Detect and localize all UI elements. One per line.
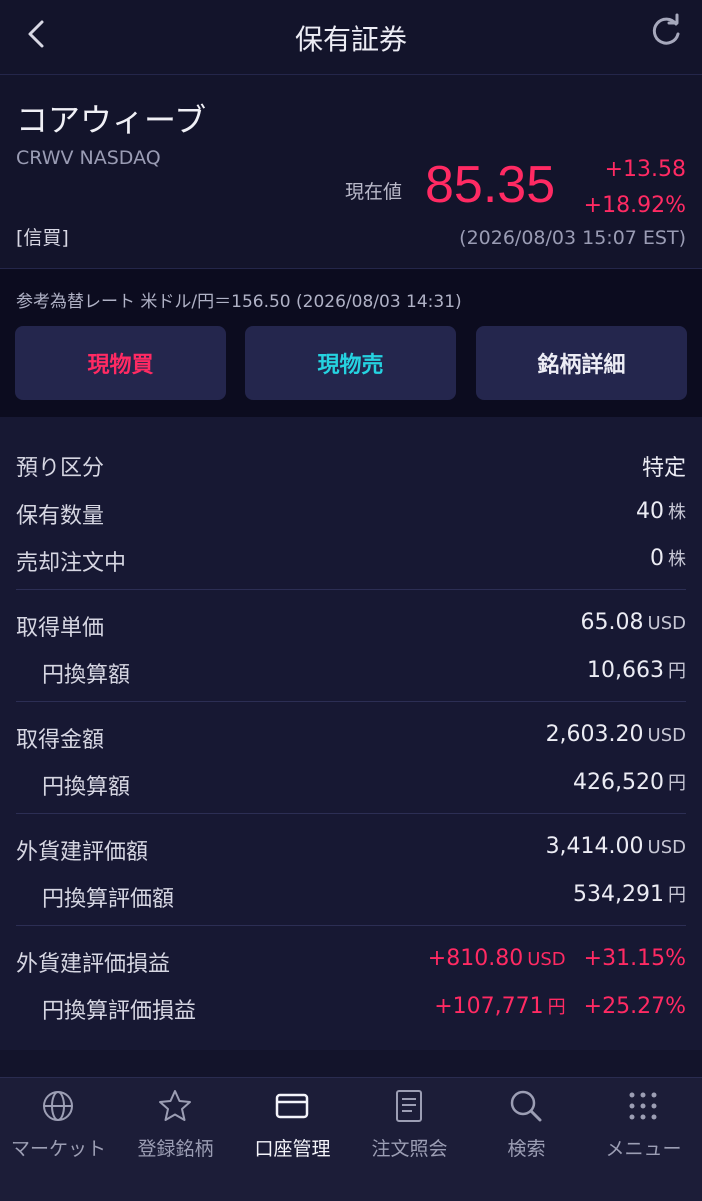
- detail-value: 3,414.00 USD: [546, 834, 686, 859]
- detail-row-acq-unit-price-yen: 円換算額 10,663 円: [0, 649, 702, 693]
- star-icon: [159, 1090, 191, 1121]
- detail-row-acq-amount: 取得金額 2,603.20 USD: [0, 714, 702, 758]
- detail-row-acq-amount-yen: 円換算額 426,520 円: [0, 761, 702, 805]
- stock-summary: コアウィーブ CRWV NASDAQ [信買] 現在値 85.35 +13.58…: [0, 75, 702, 269]
- tab-label: メニュー: [605, 1138, 682, 1160]
- detail-row-holding-qty: 保有数量 40 株: [0, 490, 702, 534]
- page-title: 保有証券: [294, 23, 407, 56]
- bottom-tab-bar: マーケット 登録銘柄 口座管理 注文照会 検索 メニュー: [0, 1077, 702, 1201]
- detail-row-fx-valuation: 外貨建評価額 3,414.00 USD: [0, 826, 702, 870]
- unit-text: 円: [547, 997, 566, 1018]
- detail-row-acq-unit-price: 取得単価 65.08 USD: [0, 602, 702, 646]
- value-text: 65.08: [580, 610, 644, 635]
- value-text: 特定: [641, 456, 686, 481]
- unit-text: USD: [527, 949, 566, 970]
- value-text: 10,663: [587, 658, 664, 683]
- price-change: +13.58: [604, 157, 686, 182]
- value-text: 0: [650, 546, 664, 571]
- divider: [16, 925, 686, 926]
- value-text: +107,771: [434, 994, 544, 1019]
- tab-account[interactable]: 口座管理: [234, 1078, 351, 1178]
- detail-row-fx-pnl: 外貨建評価損益 +810.80 USD +31.15%: [0, 938, 702, 982]
- globe-icon: [43, 1091, 73, 1121]
- detail-label: 円換算評価額: [42, 887, 175, 912]
- tab-market[interactable]: マーケット: [0, 1078, 117, 1178]
- detail-row-yen-valuation: 円換算評価額 534,291 円: [0, 873, 702, 917]
- detail-value: 426,520 円: [573, 769, 686, 795]
- stock-name: コアウィーブ: [16, 101, 207, 139]
- current-price: 85.35: [425, 156, 556, 214]
- spot-sell-button[interactable]: 現物売: [245, 326, 456, 400]
- divider: [16, 813, 686, 814]
- detail-label: 売却注文中: [16, 551, 127, 576]
- credit-label: [信買]: [16, 227, 69, 249]
- unit-text: USD: [647, 613, 686, 634]
- tab-search[interactable]: 検索: [468, 1078, 585, 1178]
- detail-value: 10,663 円: [587, 657, 686, 683]
- detail-row-selling-order: 売却注文中 0株: [0, 537, 702, 581]
- detail-value: 2,603.20 USD: [546, 722, 686, 747]
- tab-watchlist[interactable]: 登録銘柄: [117, 1078, 234, 1178]
- refresh-button[interactable]: [646, 12, 686, 52]
- percent-text: +31.15%: [583, 946, 686, 971]
- price-change-percent: +18.92%: [583, 193, 686, 218]
- detail-value: 65.08 USD: [581, 610, 686, 635]
- value-text: 2,603.20: [545, 722, 644, 747]
- tab-orders[interactable]: 注文照会: [351, 1078, 468, 1178]
- value-text: +810.80: [427, 946, 524, 971]
- card-icon: [275, 1093, 309, 1119]
- detail-value: 0株: [650, 545, 686, 571]
- spot-buy-button[interactable]: 現物買: [15, 326, 226, 400]
- detail-row-deposit-type: 預り区分 特定: [0, 442, 702, 486]
- divider: [16, 701, 686, 702]
- unit-text: 円: [668, 661, 686, 682]
- unit-text: 円: [668, 773, 686, 794]
- value-text: 426,520: [573, 770, 664, 795]
- stock-detail-button[interactable]: 銘柄詳細: [476, 326, 687, 400]
- unit-text: USD: [647, 725, 686, 746]
- value-text: 3,414.00: [545, 834, 644, 859]
- detail-value: +107,771 円 +25.27%: [434, 993, 686, 1019]
- detail-row-yen-pnl: 円換算評価損益 +107,771 円 +25.27%: [0, 985, 702, 1029]
- detail-value: 40 株: [636, 498, 686, 524]
- detail-value: 特定: [642, 450, 686, 482]
- percent-text: +25.27%: [583, 994, 686, 1019]
- stock-code: CRWV NASDAQ: [16, 147, 161, 169]
- detail-label: 取得金額: [16, 728, 105, 753]
- holding-details: 預り区分 特定 保有数量 40 株 売却注文中 0株 取得単価 65.08 USD …: [0, 417, 702, 1050]
- detail-label: 取得単価: [16, 616, 105, 641]
- detail-label: 円換算評価損益: [42, 999, 197, 1024]
- document-icon: [396, 1090, 422, 1122]
- detail-value: +810.80 USD +31.15%: [428, 946, 686, 971]
- search-icon: [510, 1090, 542, 1122]
- refresh-icon: [652, 13, 680, 45]
- exchange-rate: 参考為替レート 米ドル/円＝156.50 (2026/08/03 14:31): [16, 292, 462, 312]
- action-panel: 参考為替レート 米ドル/円＝156.50 (2026/08/03 14:31) …: [0, 269, 702, 417]
- detail-label: 外貨建評価損益: [16, 952, 171, 977]
- unit-text: 株: [668, 502, 686, 523]
- value-text: 534,291: [573, 882, 664, 907]
- unit-text: USD: [647, 837, 686, 858]
- detail-label: 外貨建評価額: [16, 840, 149, 865]
- detail-value: 534,291 円: [573, 881, 686, 907]
- price-timestamp: (2026/08/03 15:07 EST): [459, 227, 686, 249]
- detail-label: 円換算額: [42, 775, 131, 800]
- detail-label: 預り区分: [16, 456, 105, 481]
- unit-text: 株: [668, 549, 686, 570]
- value-text: 40: [636, 499, 664, 524]
- app-header: 保有証券: [0, 0, 702, 75]
- unit-text: 円: [668, 885, 686, 906]
- price-label: 現在値: [345, 181, 403, 203]
- tab-menu[interactable]: メニュー: [585, 1078, 702, 1178]
- detail-label: 保有数量: [16, 504, 105, 529]
- divider: [16, 589, 686, 590]
- detail-label: 円換算額: [42, 663, 131, 688]
- grid-icon: [629, 1092, 657, 1120]
